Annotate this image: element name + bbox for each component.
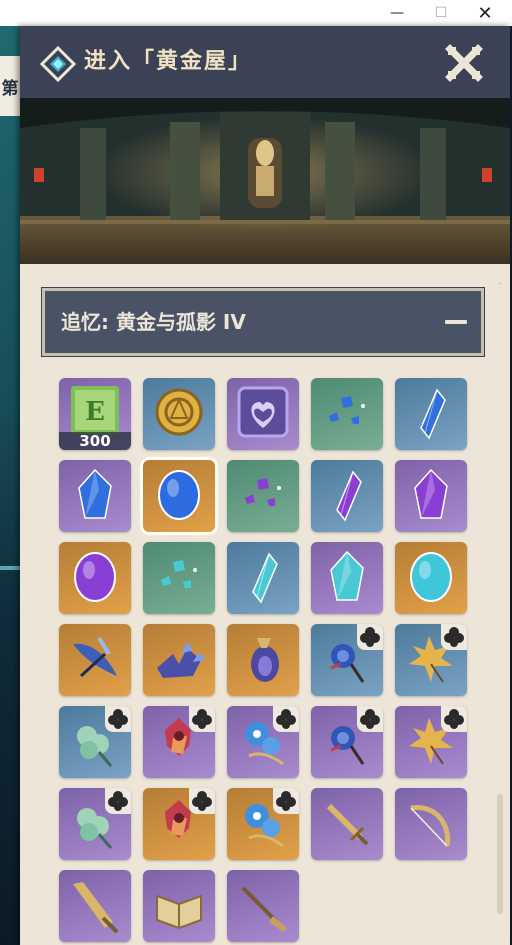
cryo-gem-fragment-icon bbox=[330, 550, 364, 601]
section-title: 追忆: 黄金与孤影 IV bbox=[61, 310, 246, 334]
reward-polearm-weapon[interactable] bbox=[227, 870, 299, 942]
hydro-gem-sliver-icon bbox=[420, 388, 446, 440]
hydro-gem-fragments-icon bbox=[329, 396, 365, 424]
artifact-set-clover-icon bbox=[189, 788, 215, 814]
section-header-collapsible[interactable]: 追忆: 黄金与孤影 IV bbox=[42, 288, 484, 356]
electro-gem-sliver-icon bbox=[336, 470, 362, 522]
domain-panel: 进入「黄金屋」 追忆: 黄金与孤影 IV E 300 ⌃ bbox=[20, 26, 510, 945]
reward-mora-coin[interactable] bbox=[143, 378, 215, 450]
reward-crimson-flower-artifact[interactable] bbox=[143, 706, 215, 778]
window-titlebar: — ☐ ✕ bbox=[0, 0, 512, 26]
collapse-icon[interactable] bbox=[445, 320, 467, 324]
artifact-set-clover-icon bbox=[357, 706, 383, 732]
companionship-exp-icon bbox=[237, 386, 289, 438]
flower-artifact-blue-icon bbox=[157, 642, 205, 678]
sword-weapon-icon bbox=[326, 803, 369, 846]
feather-artifact-blue-icon bbox=[73, 636, 117, 678]
reward-rose-artifact-2[interactable] bbox=[311, 706, 383, 778]
reward-hydro-gem-sliver[interactable] bbox=[395, 378, 467, 450]
panel-header: 进入「黄金屋」 bbox=[20, 26, 510, 98]
reward-maple-leaf-artifact[interactable] bbox=[395, 624, 467, 696]
reward-electro-gem-fragments[interactable] bbox=[227, 460, 299, 532]
reward-electro-gem-chunk[interactable] bbox=[59, 542, 131, 614]
reward-companionship-exp[interactable] bbox=[227, 378, 299, 450]
svg-text:E: E bbox=[85, 397, 105, 427]
artifact-set-clover-icon bbox=[105, 706, 131, 732]
reward-hydro-gem-fragments[interactable] bbox=[311, 378, 383, 450]
reward-feather-artifact-blue[interactable] bbox=[59, 624, 131, 696]
reward-electro-gem-sliver[interactable] bbox=[311, 460, 383, 532]
cryo-gem-fragments-icon bbox=[161, 560, 197, 588]
reward-green-flower-artifact-2[interactable] bbox=[59, 788, 131, 860]
hydro-gem-fragment-icon bbox=[78, 468, 112, 519]
reward-morning-glory-artifact-2[interactable] bbox=[227, 788, 299, 860]
window-close-button[interactable]: ✕ bbox=[462, 0, 508, 26]
electro-gem-fragments-icon bbox=[245, 478, 281, 506]
reward-maple-leaf-artifact-2[interactable] bbox=[395, 706, 467, 778]
minimize-button[interactable]: — bbox=[374, 0, 420, 26]
reward-crimson-flower-artifact-2[interactable] bbox=[143, 788, 215, 860]
goblet-artifact-purple-icon bbox=[251, 638, 279, 682]
reward-cryo-gem-sliver[interactable] bbox=[227, 542, 299, 614]
reward-bow-weapon[interactable] bbox=[395, 788, 467, 860]
artifact-set-clover-icon bbox=[441, 706, 467, 732]
scroll-thumb[interactable] bbox=[497, 794, 503, 914]
hydro-gem-chunk-icon bbox=[158, 470, 200, 520]
reward-electro-gem-fragment[interactable] bbox=[395, 460, 467, 532]
panel-title: 进入「黄金屋」 bbox=[84, 49, 253, 74]
artifact-set-clover-icon bbox=[273, 788, 299, 814]
reward-rose-artifact[interactable] bbox=[311, 624, 383, 696]
reward-quantity: 300 bbox=[59, 432, 131, 450]
domain-banner-image bbox=[20, 98, 510, 264]
reward-adventure-exp[interactable]: E 300 bbox=[59, 378, 131, 450]
reward-catalyst-book[interactable] bbox=[143, 870, 215, 942]
reward-green-flower-artifact[interactable] bbox=[59, 706, 131, 778]
electro-gem-fragment-icon bbox=[414, 468, 448, 519]
mora-coin-icon bbox=[155, 388, 203, 436]
cryo-gem-chunk-icon bbox=[410, 552, 452, 602]
artifact-set-clover-icon bbox=[441, 624, 467, 650]
reward-goblet-artifact-purple[interactable] bbox=[227, 624, 299, 696]
catalyst-book-icon bbox=[156, 894, 202, 930]
artifact-set-clover-icon bbox=[357, 624, 383, 650]
rewards-content: 追忆: 黄金与孤影 IV E 300 bbox=[20, 264, 510, 945]
electro-gem-chunk-icon bbox=[74, 552, 116, 602]
reward-cryo-gem-fragment[interactable] bbox=[311, 542, 383, 614]
scroll-up-icon[interactable]: ⌃ bbox=[496, 282, 504, 292]
reward-flower-artifact-blue[interactable] bbox=[143, 624, 215, 696]
artifact-set-clover-icon bbox=[273, 706, 299, 732]
reward-cryo-gem-fragments[interactable] bbox=[143, 542, 215, 614]
domain-diamond-icon bbox=[40, 46, 76, 82]
side-tab[interactable]: 第 bbox=[0, 56, 22, 116]
background-scene: 第 bbox=[0, 26, 22, 945]
scene-glow-line bbox=[0, 566, 22, 570]
polearm-weapon-icon bbox=[241, 886, 287, 932]
artifact-set-clover-icon bbox=[105, 788, 131, 814]
cryo-gem-sliver-icon bbox=[252, 552, 278, 604]
reward-hydro-gem-fragment[interactable] bbox=[59, 460, 131, 532]
reward-claymore-weapon[interactable] bbox=[59, 870, 131, 942]
bow-weapon-icon bbox=[410, 805, 451, 847]
close-icon[interactable] bbox=[444, 43, 484, 83]
reward-hydro-gem-chunk[interactable] bbox=[140, 457, 218, 535]
maximize-button[interactable]: ☐ bbox=[418, 0, 464, 26]
scrollbar[interactable]: ⌃ bbox=[496, 282, 504, 922]
reward-cryo-gem-chunk[interactable] bbox=[395, 542, 467, 614]
artifact-set-clover-icon bbox=[189, 706, 215, 732]
reward-sword-weapon[interactable] bbox=[311, 788, 383, 860]
reward-morning-glory-artifact[interactable] bbox=[227, 706, 299, 778]
claymore-weapon-icon bbox=[73, 882, 119, 934]
